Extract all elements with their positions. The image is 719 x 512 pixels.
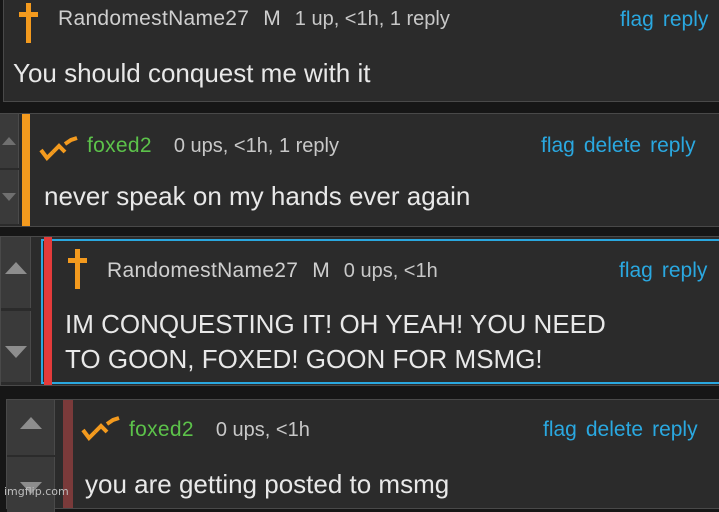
username[interactable]: RandomestName27 — [58, 7, 249, 31]
reply-link[interactable]: reply — [650, 134, 696, 158]
delete-link[interactable]: delete — [584, 134, 641, 158]
comment-meta: 1 up, <1h, 1 reply — [294, 8, 450, 30]
comment-text-line-2: TO GOON, FOXED! GOON FOR MSMG! — [65, 344, 543, 374]
comment-3: RandomestName27 M 0 ups, <1h flag reply … — [0, 236, 719, 386]
comment-actions: flag reply — [619, 259, 707, 283]
username[interactable]: foxed2 — [87, 134, 152, 158]
reply-link[interactable]: reply — [652, 418, 698, 442]
rank-chevrons-icon — [39, 136, 78, 162]
comment-meta: 0 ups, <1h, 1 reply — [173, 135, 339, 157]
downvote-button[interactable] — [1, 311, 31, 383]
comment-2: foxed2 0 ups, <1h, 1 reply flag delete r… — [0, 113, 719, 227]
comment-meta: 0 ups, <1h — [343, 260, 438, 282]
orange-cross-icon — [19, 3, 38, 43]
username[interactable]: RandomestName27 — [107, 259, 298, 283]
flag-link[interactable]: flag — [543, 418, 577, 442]
comment-1: RandomestName27 M 1 up, <1h, 1 reply fla… — [3, 0, 719, 102]
down-arrow-icon — [4, 345, 27, 358]
comment-actions: flag delete reply — [543, 418, 698, 442]
up-arrow-icon — [1, 136, 16, 145]
comment-text: You should conquest me with it — [13, 58, 371, 88]
gender-label: M — [312, 259, 330, 282]
delete-link[interactable]: delete — [586, 418, 643, 442]
comment-meta: 0 ups, <1h — [215, 419, 310, 441]
username[interactable]: foxed2 — [129, 418, 194, 442]
comment-text: you are getting posted to msmg — [85, 469, 450, 499]
up-arrow-icon — [4, 261, 27, 274]
comment-text-line-1: IM CONQUESTING IT! OH YEAH! YOU NEED — [65, 309, 606, 339]
upvote-button[interactable] — [7, 400, 55, 455]
comment-actions: flag delete reply — [541, 134, 696, 158]
reply-link[interactable]: reply — [662, 259, 708, 283]
comment-text: never speak on my hands ever again — [44, 181, 471, 211]
comment-header: RandomestName27 M 1 up, <1h, 1 reply — [58, 7, 450, 31]
comment-header: foxed2 0 ups, <1h — [129, 418, 310, 442]
down-arrow-icon — [1, 192, 16, 201]
upvote-button[interactable] — [0, 114, 19, 168]
flag-link[interactable]: flag — [619, 259, 653, 283]
rank-chevrons-icon — [81, 416, 120, 442]
thread-accent-bar — [44, 237, 52, 385]
imgflip-watermark: imgflip.com — [4, 485, 69, 498]
flag-link[interactable]: flag — [541, 134, 575, 158]
comment-actions: flag reply — [620, 8, 708, 32]
upvote-button[interactable] — [1, 237, 31, 309]
orange-cross-icon — [68, 249, 87, 289]
reply-link[interactable]: reply — [663, 8, 709, 32]
flag-link[interactable]: flag — [620, 8, 654, 32]
downvote-button[interactable] — [0, 170, 19, 224]
comment-header: RandomestName27 M 0 ups, <1h — [107, 259, 438, 283]
thread-accent-bar — [22, 114, 30, 226]
comment-header: foxed2 0 ups, <1h, 1 reply — [87, 134, 339, 158]
up-arrow-icon — [19, 416, 42, 429]
gender-label: M — [263, 7, 281, 30]
comment-4: foxed2 0 ups, <1h flag delete reply you … — [6, 399, 719, 512]
